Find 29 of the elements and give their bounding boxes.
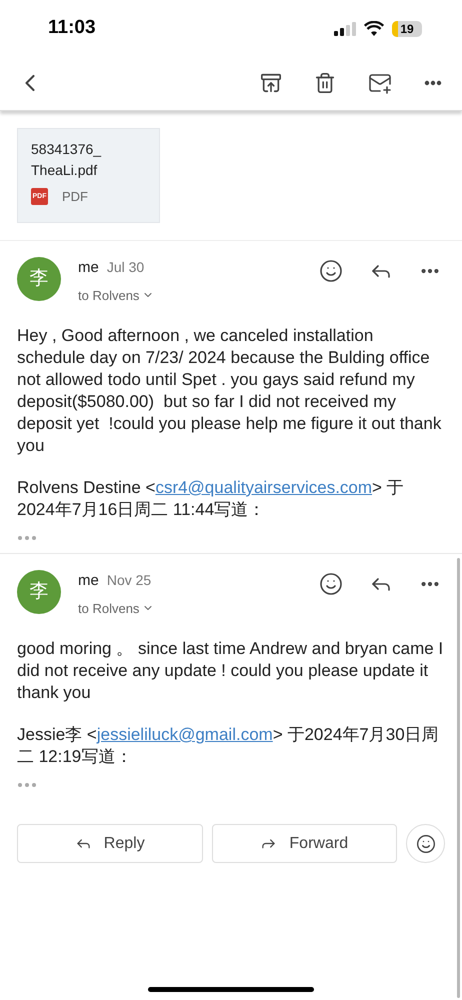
message-body: good moring 。 since last time Andrew and bryan came I did not receive any update ! could you please update it thank you	[16, 638, 444, 704]
quote-header: Rolvens Destine <csr4@qualityairservices.com> 于 2024年7月16日周二 11:44写道：	[16, 477, 405, 521]
emoji-button[interactable]	[406, 824, 445, 863]
signal-icon	[334, 22, 356, 36]
reply-button[interactable]: Reply	[17, 824, 202, 863]
delete-icon[interactable]	[314, 72, 336, 94]
message-body: Hey , Good afternoon , we canceled installation schedule day on 7/23/ 2024 because the Bulding office not allowed todo until Spet . you gays said refund my deposit($5080.00) but so far I did not received my deposit yet !could you please help me figure it out thank you	[16, 325, 442, 457]
sender-name: me	[78, 571, 99, 591]
message-date: Jul 30	[106, 258, 144, 277]
avatar: 李	[17, 570, 61, 614]
attachment-type: PDF	[62, 188, 88, 206]
email-link[interactable]: jessieliluck@gmail.com	[96, 725, 273, 744]
quote-header: Jessie李 <jessieliluck@gmail.com> 于2024年7月30日周二 12:19写道：	[16, 724, 440, 768]
status-time: 11:03	[48, 16, 96, 40]
email-link[interactable]: csr4@qualityairservices.com	[155, 478, 372, 497]
sender-name: me	[78, 258, 99, 278]
forward-button[interactable]: Forward	[212, 824, 397, 863]
more-icon[interactable]	[424, 80, 442, 86]
wifi-icon	[364, 21, 384, 36]
avatar: 李	[17, 257, 61, 301]
recipients-toggle[interactable]: to Rolvens	[78, 286, 154, 305]
battery-level: 19	[400, 20, 414, 36]
emoji-reaction-icon[interactable]	[319, 259, 343, 283]
message-date: Nov 25	[106, 571, 152, 590]
recipients-toggle[interactable]: to Rolvens	[78, 598, 154, 618]
emoji-reaction-icon[interactable]	[319, 572, 343, 596]
smiley-icon	[416, 834, 436, 854]
attachment-filename: 58341376_ TheaLi.pdf	[31, 140, 102, 180]
archive-icon[interactable]	[260, 72, 282, 94]
